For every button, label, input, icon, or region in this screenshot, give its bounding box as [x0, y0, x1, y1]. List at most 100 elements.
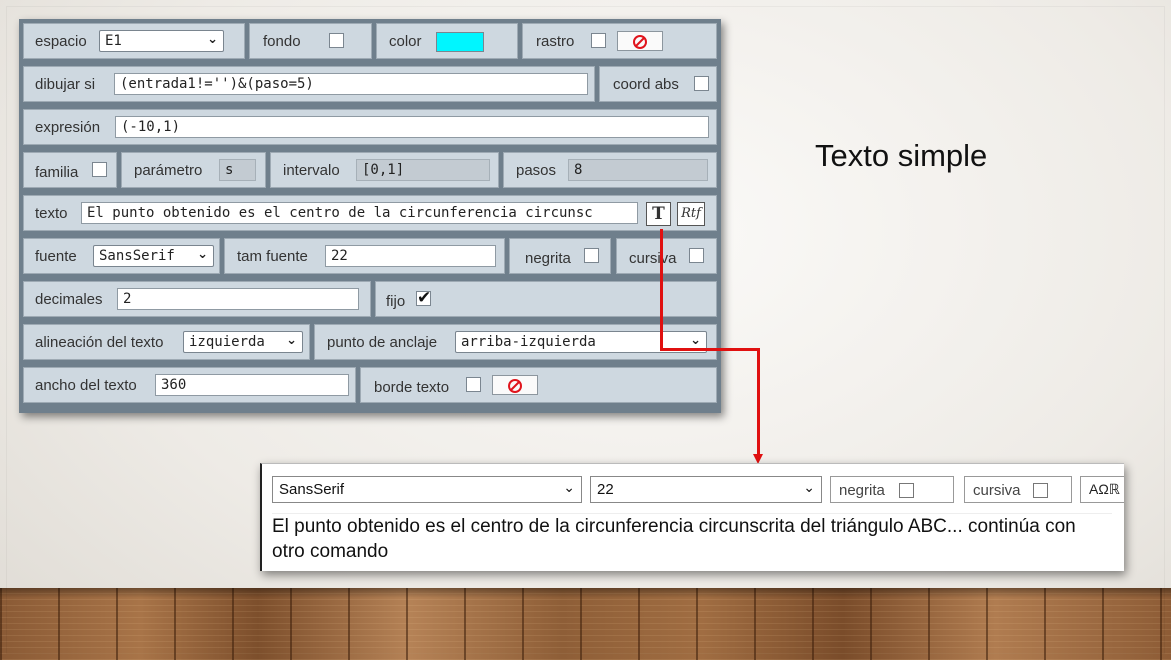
- fuente-select[interactable]: SansSerif ⌄: [93, 245, 214, 267]
- chevron-down-icon: ⌄: [207, 32, 218, 47]
- editor-font-select[interactable]: SansSerif ⌄: [272, 476, 582, 503]
- chevron-down-icon: ⌄: [563, 480, 575, 496]
- expresion-input[interactable]: (-10,1): [115, 116, 709, 138]
- chevron-down-icon: ⌄: [286, 333, 297, 348]
- rastro-label: rastro: [536, 33, 575, 50]
- cursiva-checkbox[interactable]: [689, 248, 704, 263]
- rastro-cell: rastro: [522, 23, 717, 59]
- familia-label: familia: [35, 164, 79, 181]
- rtf-editor-button[interactable]: Rtf: [677, 202, 705, 226]
- ancho-input[interactable]: 360: [155, 374, 349, 396]
- rastro-checkbox[interactable]: [591, 33, 606, 48]
- espacio-value: E1: [105, 33, 122, 49]
- familia-cell: familia: [23, 152, 117, 188]
- editor-italic-label: cursiva: [973, 482, 1021, 499]
- expresion-label: expresión: [35, 119, 101, 136]
- color-cell: color: [376, 23, 518, 59]
- editor-size-select[interactable]: 22 ⌄: [590, 476, 822, 503]
- no-entry-icon: [633, 35, 647, 49]
- ancho-label: ancho del texto: [35, 377, 137, 394]
- symbols-icon: AΩℝ: [1089, 481, 1120, 497]
- anclaje-value: arriba-izquierda: [461, 334, 596, 350]
- borde-color-button[interactable]: [492, 375, 538, 395]
- chevron-down-icon: ⌄: [690, 333, 701, 348]
- color-swatch[interactable]: [436, 32, 484, 52]
- negrita-cell: negrita: [509, 238, 611, 274]
- chevron-down-icon: ⌄: [803, 480, 815, 496]
- editor-text-area[interactable]: El punto obtenido es el centro de la cir…: [272, 513, 1112, 570]
- decimales-label: decimales: [35, 291, 103, 308]
- borde-cell: borde texto: [360, 367, 717, 403]
- no-entry-icon: [508, 379, 522, 393]
- ancho-cell: ancho del texto 360: [23, 367, 356, 403]
- intervalo-input[interactable]: [0,1]: [356, 159, 490, 181]
- editor-bold-checkbox[interactable]: [899, 483, 914, 498]
- tam-fuente-label: tam fuente: [237, 248, 308, 265]
- pasos-cell: pasos 8: [503, 152, 717, 188]
- connector-line: [757, 348, 760, 456]
- coord-abs-label: coord abs: [613, 76, 679, 93]
- fondo-cell: fondo: [249, 23, 372, 59]
- pasos-input[interactable]: 8: [568, 159, 708, 181]
- editor-bold-toggle[interactable]: negrita: [830, 476, 954, 503]
- wooden-floor: [0, 588, 1171, 660]
- texto-cell: texto El punto obtenido es el centro de …: [23, 195, 717, 231]
- anclaje-cell: punto de anclaje arriba-izquierda ⌄: [314, 324, 717, 360]
- editor-italic-toggle[interactable]: cursiva: [964, 476, 1072, 503]
- rich-text-editor: SansSerif ⌄ 22 ⌄ negrita cursiva AΩℝ El …: [260, 463, 1124, 571]
- editor-size-value: 22: [597, 481, 614, 498]
- intervalo-cell: intervalo [0,1]: [270, 152, 499, 188]
- alineacion-value: izquierda: [189, 334, 265, 350]
- negrita-label: negrita: [525, 250, 571, 267]
- fijo-label: fijo: [386, 293, 406, 310]
- config-panel: espacio E1 ⌄ fondo color rastro dibujar …: [19, 19, 721, 413]
- decimales-input[interactable]: 2: [117, 288, 359, 310]
- anclaje-label: punto de anclaje: [327, 334, 438, 351]
- slide-title: Texto simple: [815, 138, 988, 173]
- coord-abs-checkbox[interactable]: [694, 76, 709, 91]
- editor-toolbar: SansSerif ⌄ 22 ⌄ negrita cursiva AΩℝ: [262, 464, 1124, 508]
- fuente-label: fuente: [35, 248, 77, 265]
- fondo-label: fondo: [263, 33, 301, 50]
- connector-line: [660, 229, 663, 351]
- parametro-label: parámetro: [134, 162, 203, 179]
- fijo-checkbox[interactable]: [416, 288, 431, 308]
- borde-checkbox[interactable]: [466, 377, 481, 392]
- parametro-cell: parámetro s: [121, 152, 266, 188]
- texto-label: texto: [35, 205, 68, 222]
- espacio-select[interactable]: E1 ⌄: [99, 30, 224, 52]
- fuente-cell: fuente SansSerif ⌄: [23, 238, 220, 274]
- alineacion-select[interactable]: izquierda ⌄: [183, 331, 303, 353]
- dibujar-si-cell: dibujar si (entrada1!='')&(paso=5): [23, 66, 595, 102]
- parametro-input[interactable]: s: [219, 159, 256, 181]
- familia-checkbox[interactable]: [92, 162, 107, 177]
- pasos-label: pasos: [516, 162, 557, 179]
- editor-italic-checkbox[interactable]: [1033, 483, 1048, 498]
- fuente-value: SansSerif: [99, 248, 175, 264]
- rastro-color-button[interactable]: [617, 31, 663, 51]
- editor-font-value: SansSerif: [279, 481, 345, 498]
- cursiva-cell: cursiva: [616, 238, 717, 274]
- simple-text-button[interactable]: T: [646, 202, 671, 226]
- expresion-cell: expresión (-10,1): [23, 109, 717, 145]
- borde-label: borde texto: [374, 379, 450, 396]
- espacio-cell: espacio E1 ⌄: [23, 23, 245, 59]
- fondo-checkbox[interactable]: [329, 33, 344, 48]
- fijo-cell: fijo: [375, 281, 717, 317]
- coord-abs-cell: coord abs: [599, 66, 717, 102]
- tam-fuente-cell: tam fuente 22: [224, 238, 505, 274]
- texto-input[interactable]: El punto obtenido es el centro de la cir…: [81, 202, 638, 224]
- alineacion-cell: alineación del texto izquierda ⌄: [23, 324, 310, 360]
- negrita-checkbox[interactable]: [584, 248, 599, 263]
- dibujar-si-input[interactable]: (entrada1!='')&(paso=5): [114, 73, 588, 95]
- editor-bold-label: negrita: [839, 482, 885, 499]
- chevron-down-icon: ⌄: [197, 247, 208, 262]
- tam-fuente-input[interactable]: 22: [325, 245, 496, 267]
- editor-symbols-button[interactable]: AΩℝ: [1080, 476, 1124, 503]
- rtf-icon: Rtf: [681, 206, 701, 221]
- dibujar-si-label: dibujar si: [35, 76, 96, 93]
- text-t-icon: T: [652, 204, 665, 224]
- color-label: color: [389, 33, 422, 50]
- connector-line: [660, 348, 760, 351]
- intervalo-label: intervalo: [283, 162, 340, 179]
